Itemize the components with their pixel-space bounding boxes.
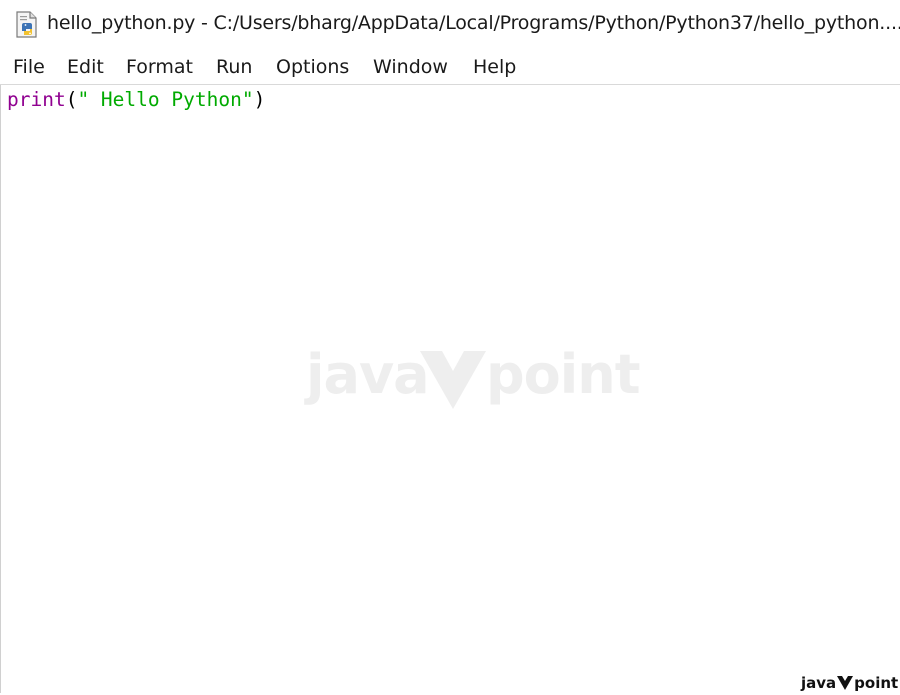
corner-logo-triangle-icon xyxy=(837,676,854,694)
title-bar: hello_python.py - C:/Users/bharg/AppData… xyxy=(0,0,900,50)
code-token-paren-close: ) xyxy=(253,88,266,111)
corner-logo-text-right: point xyxy=(854,674,899,692)
watermark-triangle-icon xyxy=(420,351,486,409)
code-line: print(" Hello Python") xyxy=(7,88,265,111)
code-token-string: " Hello Python" xyxy=(77,88,254,111)
code-token-builtin: print xyxy=(7,88,66,111)
code-token-paren-open: ( xyxy=(65,88,78,111)
window-title: hello_python.py - C:/Users/bharg/AppData… xyxy=(47,12,900,34)
code-editor[interactable]: print(" Hello Python") java point xyxy=(0,85,899,693)
menu-run[interactable]: Run xyxy=(216,56,252,78)
watermark-logo: java point xyxy=(306,343,641,413)
menu-file[interactable]: File xyxy=(13,56,45,78)
menu-options[interactable]: Options xyxy=(276,56,349,78)
idle-editor-window: hello_python.py - C:/Users/bharg/AppData… xyxy=(0,0,900,695)
menu-bar: File Edit Format Run Options Window Help xyxy=(0,52,900,85)
corner-logo-text-left: java xyxy=(801,674,837,692)
watermark-text-left: java xyxy=(306,343,430,406)
watermark-text-right: point xyxy=(486,343,641,406)
menu-help[interactable]: Help xyxy=(473,56,516,78)
python-file-icon xyxy=(14,11,40,39)
menu-format[interactable]: Format xyxy=(126,56,193,78)
menu-window[interactable]: Window xyxy=(373,56,448,78)
corner-logo: java point xyxy=(801,674,898,694)
menu-edit[interactable]: Edit xyxy=(67,56,104,78)
